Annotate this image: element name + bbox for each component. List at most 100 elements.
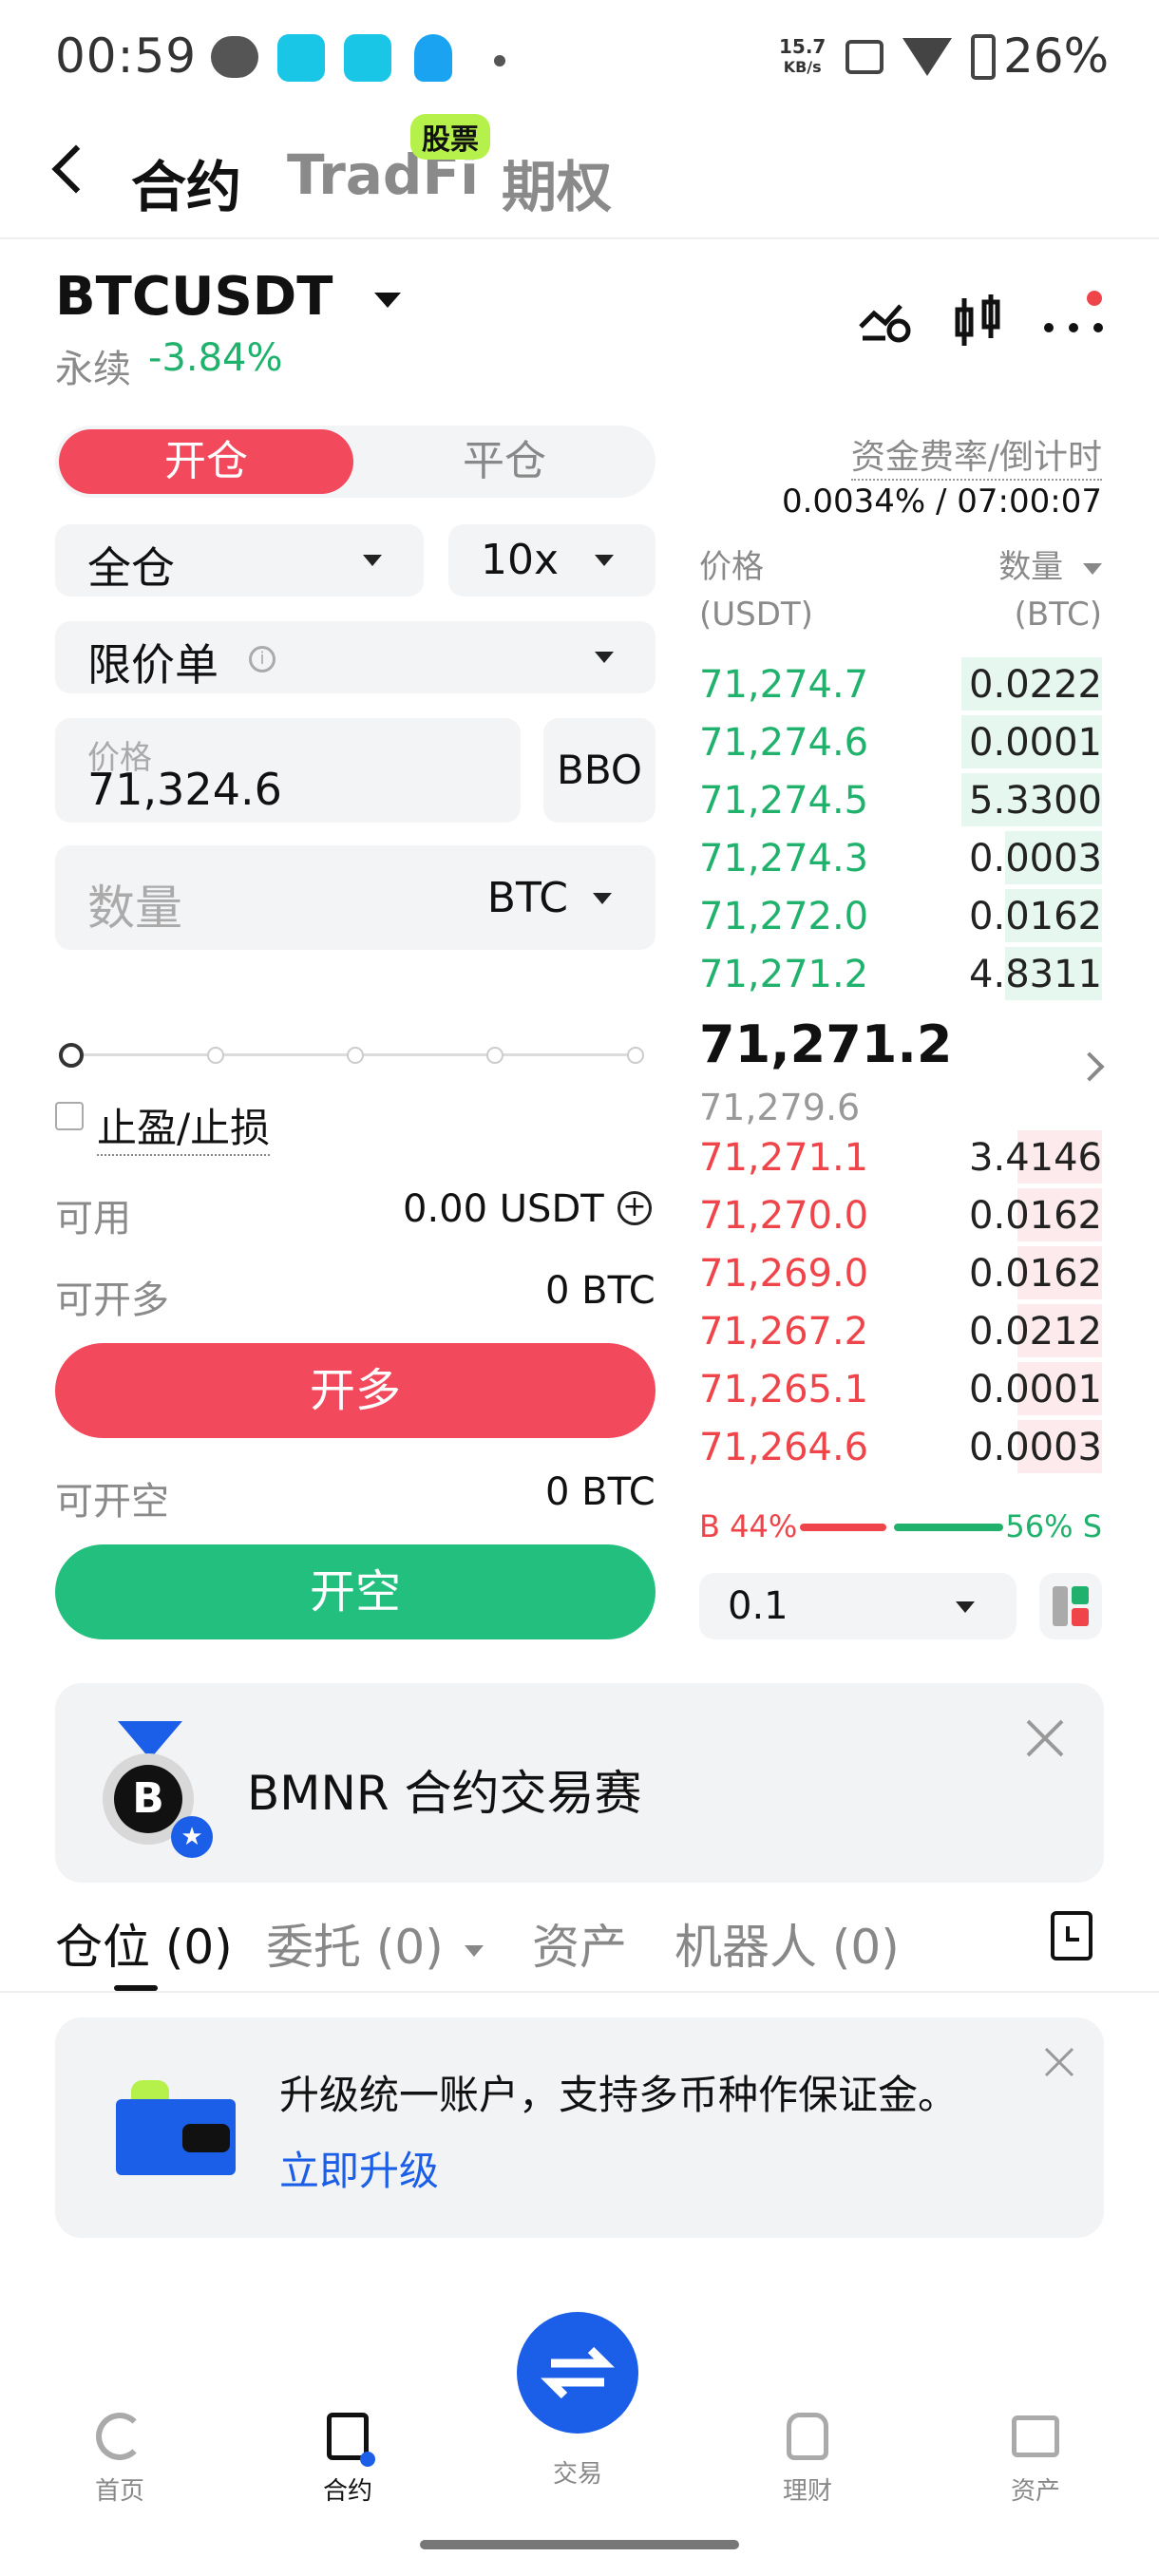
chevron-down-icon [373,292,401,308]
price-value: 71,324.6 [87,764,282,815]
contract-type: 永续 [55,348,131,391]
close-position-tab[interactable]: 平仓 [357,429,652,494]
notification-dot [1087,291,1102,306]
chevron-down-icon [595,555,614,566]
open-short-button[interactable]: 开空 [55,1544,656,1639]
ask-row[interactable]: 71,274.7 0.0222 [699,657,1102,714]
symbol-selector[interactable]: BTCUSDT [55,266,401,328]
bid-price: 71,264.6 [699,1426,869,1469]
ratio-bar [800,1524,1003,1531]
order-type-select[interactable]: 限价单 i [55,621,656,693]
chat-icon [211,36,258,78]
app-notification-icon [277,34,325,82]
open-position-tab[interactable]: 开仓 [59,429,353,494]
tab-orders[interactable]: 委托 (0) [266,1909,484,1978]
margin-mode-select[interactable]: 全仓 [55,524,424,597]
history-icon[interactable] [1051,1911,1092,1960]
close-icon[interactable] [1043,2046,1075,2078]
tab-options[interactable]: 期权 [502,142,612,222]
quantity-input[interactable]: 数量 BTC [55,845,656,950]
tab-bots[interactable]: 机器人 (0) [674,1909,900,1978]
competition-banner[interactable]: B ★ BMNR 合约交易赛 [55,1683,1104,1883]
precision-select[interactable]: 0.1 [699,1573,1016,1639]
slider-tick [207,1047,224,1064]
earn-icon [787,2413,828,2460]
can-short-label: 可开空 [55,1480,169,1524]
chevron-down-icon [363,555,382,566]
ask-price: 71,274.6 [699,721,869,765]
bid-price: 71,270.0 [699,1194,869,1238]
orderbook-layout-icon[interactable] [1039,1573,1102,1639]
upgrade-card: 升级统一账户，支持多币种作保证金。 立即升级 [55,2017,1104,2238]
back-icon[interactable] [51,144,101,194]
bid-row[interactable]: 71,271.1 3.4146 [699,1130,1102,1187]
tabs-divider [0,1991,1159,1993]
ask-qty: 0.0001 [969,721,1102,765]
upgrade-text: 升级统一账户，支持多币种作保证金。 [279,2072,959,2118]
bid-row[interactable]: 71,269.0 0.0162 [699,1246,1102,1303]
chevron-right-icon[interactable] [1074,1051,1105,1082]
transfer-plus-icon[interactable]: + [618,1191,652,1225]
ask-row[interactable]: 71,274.6 0.0001 [699,715,1102,772]
candlestick-chart-icon[interactable] [952,293,1005,350]
medal-icon: B ★ [103,1721,213,1858]
funding-value: 0.0034% / 07:00:07 [781,483,1102,521]
upgrade-link[interactable]: 立即升级 [279,2139,439,2197]
nav-earn[interactable]: 理财 [750,2413,864,2507]
chevron-down-icon [595,652,614,663]
nav-futures[interactable]: 合约 [291,2413,405,2507]
tab-futures[interactable]: 合约 [131,142,241,222]
open-long-button[interactable]: 开多 [55,1343,656,1438]
quantity-unit[interactable]: BTC [487,874,568,922]
home-indicator [420,2540,739,2549]
ask-row[interactable]: 71,274.5 5.3300 [699,773,1102,830]
slider-tick [486,1047,504,1064]
quantity-slider[interactable] [59,1041,648,1070]
available-label: 可用 [55,1197,131,1241]
bid-price: 71,271.1 [699,1136,869,1180]
swap-icon [541,2346,615,2399]
close-icon[interactable] [1024,1717,1066,1759]
tab-positions[interactable]: 仓位 (0) [55,1909,233,1978]
ask-price: 71,274.5 [699,779,869,823]
ask-qty: 0.0162 [969,895,1102,938]
chevron-down-icon [593,893,612,904]
bid-row[interactable]: 71,270.0 0.0162 [699,1188,1102,1245]
tpsl-checkbox[interactable] [55,1102,84,1130]
chevron-down-icon [956,1601,975,1613]
more-icon[interactable] [1043,319,1106,332]
calculator-icon[interactable] [857,294,912,344]
vibrate-icon [846,40,884,74]
slider-handle[interactable] [59,1043,84,1068]
slider-tick [627,1047,644,1064]
ask-qty: 4.8311 [969,953,1102,996]
bid-row[interactable]: 71,267.2 0.0212 [699,1304,1102,1361]
ask-row[interactable]: 71,274.3 0.0003 [699,831,1102,888]
futures-icon [327,2413,375,2467]
bid-price: 71,265.1 [699,1368,869,1411]
bbo-button[interactable]: BBO [543,718,656,823]
bid-qty: 0.0162 [969,1252,1102,1296]
funding-label[interactable]: 资金费率/倒计时 [850,429,1102,481]
ask-row[interactable]: 71,272.0 0.0162 [699,889,1102,946]
can-long-label: 可开多 [55,1279,169,1322]
bid-qty: 3.4146 [969,1136,1102,1180]
price-input[interactable]: 价格 71,324.6 [55,718,521,823]
nav-assets[interactable]: 资产 [978,2413,1092,2507]
qq-icon [414,34,452,82]
tab-assets[interactable]: 资产 [532,1909,627,1978]
orderbook-qty-header[interactable]: 数量 (BTC) [998,543,1102,638]
bid-row[interactable]: 71,264.6 0.0003 [699,1420,1102,1477]
nav-home[interactable]: 首页 [63,2413,177,2507]
trade-button[interactable] [517,2312,638,2434]
ask-row[interactable]: 71,271.2 4.8311 [699,947,1102,1004]
bid-qty: 0.0003 [969,1426,1102,1469]
home-icon [96,2413,143,2460]
stock-badge: 股票 [410,114,490,160]
nav-trade[interactable]: 交易 [521,2454,635,2490]
tpsl-label[interactable]: 止盈/止损 [97,1096,271,1156]
bid-row[interactable]: 71,265.1 0.0001 [699,1362,1102,1419]
price-change: -3.84% [148,336,283,380]
battery-icon [971,34,996,80]
leverage-select[interactable]: 10x [448,524,656,597]
